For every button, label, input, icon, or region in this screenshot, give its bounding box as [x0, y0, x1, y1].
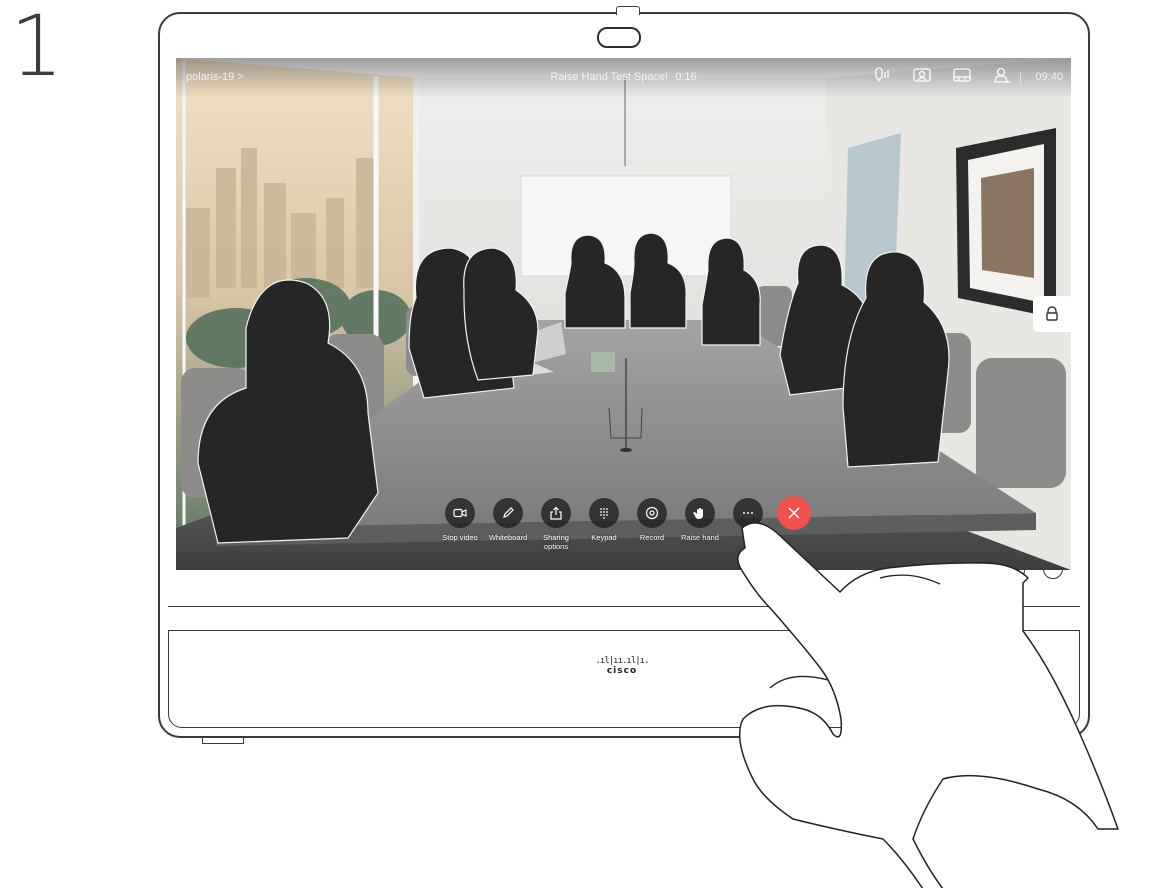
pencil-icon: [503, 507, 514, 518]
share-icon: [550, 506, 562, 520]
video-camera-icon: [453, 508, 467, 518]
raise-hand-button[interactable]: Raise hand: [674, 498, 726, 542]
self-view-icon[interactable]: [913, 66, 931, 84]
mic-level-icon[interactable]: [873, 66, 891, 84]
layout-icon[interactable]: [953, 66, 971, 84]
stop-video-button[interactable]: Stop video: [434, 498, 486, 542]
record-button[interactable]: Record: [626, 498, 678, 542]
camera-housing: [616, 6, 640, 15]
clock: 09:40: [1035, 71, 1063, 83]
record-icon: [645, 506, 659, 520]
keypad-icon: [600, 508, 608, 519]
device-stand: [202, 737, 244, 744]
sharing-options-button[interactable]: Sharing options: [530, 498, 582, 551]
divider: [1020, 72, 1021, 84]
participants-icon[interactable]: [993, 66, 1011, 84]
meeting-room-video: [176, 58, 1071, 570]
status-icons: [873, 66, 1011, 84]
camera-icon: [597, 27, 641, 48]
space-title: Raise Hand Test Space!: [550, 71, 669, 83]
step-number: 1: [10, 0, 64, 95]
lock-button[interactable]: [1033, 296, 1071, 332]
call-status-bar: polaris-19 > Raise Hand Test Space! 0:16: [176, 58, 1071, 98]
lock-icon: [1046, 306, 1058, 321]
video-screen: polaris-19 > Raise Hand Test Space! 0:16: [176, 58, 1071, 570]
hand-icon: [693, 508, 703, 519]
call-duration: 0:16: [675, 71, 697, 83]
cisco-logo: .ıl|ıı.ıl|ı. cisco: [595, 656, 649, 676]
whiteboard-button[interactable]: Whiteboard: [482, 498, 534, 542]
pointing-hand-illustration: [737, 522, 1119, 888]
keypad-button[interactable]: Keypad: [578, 498, 630, 542]
